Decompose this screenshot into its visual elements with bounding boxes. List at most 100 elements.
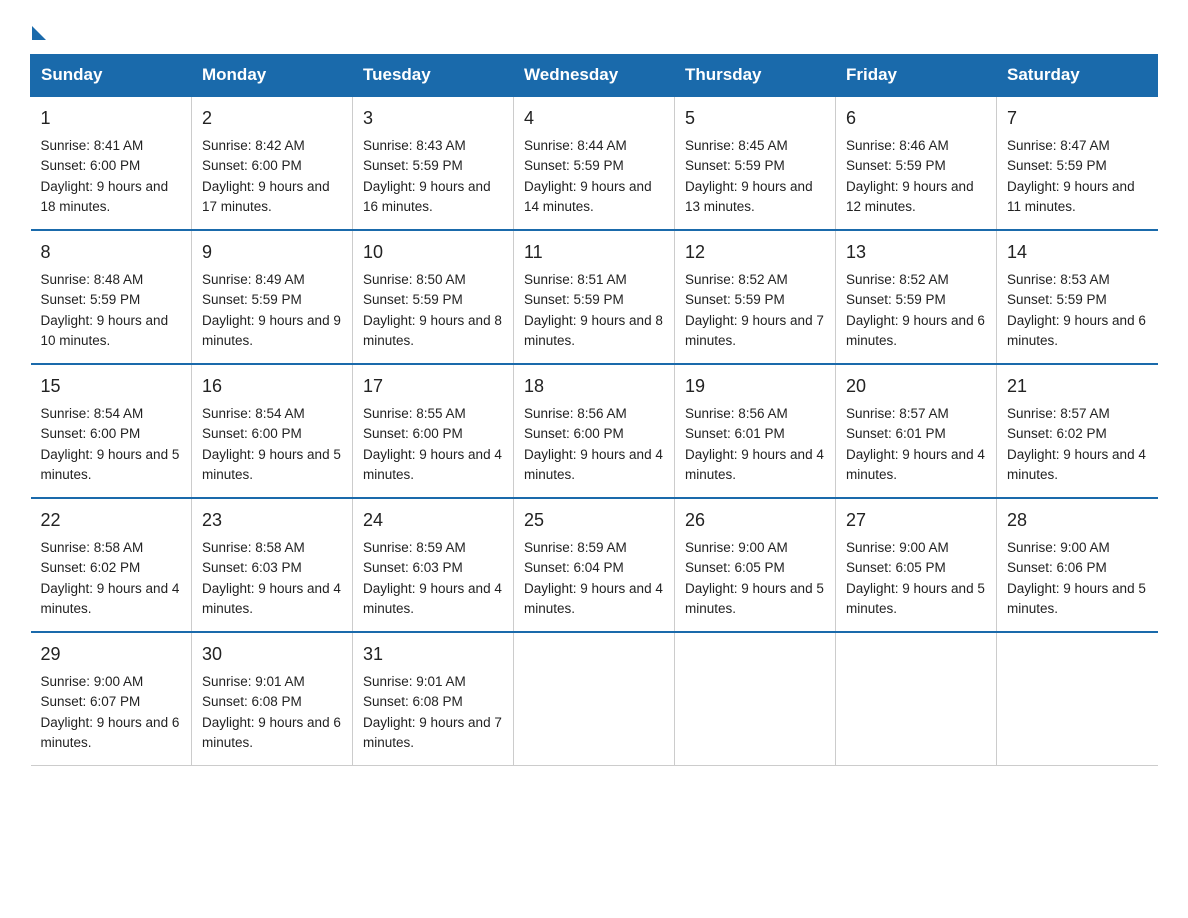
day-number: 10 (363, 239, 503, 266)
sunrise-text: Sunrise: 8:56 AM (524, 406, 627, 421)
daylight-text: Daylight: 9 hours and 9 minutes. (202, 313, 341, 348)
calendar-cell: 18Sunrise: 8:56 AMSunset: 6:00 PMDayligh… (514, 364, 675, 498)
sunrise-text: Sunrise: 8:56 AM (685, 406, 788, 421)
sunset-text: Sunset: 6:05 PM (685, 560, 785, 575)
sunrise-text: Sunrise: 8:46 AM (846, 138, 949, 153)
day-number: 3 (363, 105, 503, 132)
sunrise-text: Sunrise: 8:45 AM (685, 138, 788, 153)
sunset-text: Sunset: 5:59 PM (363, 158, 463, 173)
sunset-text: Sunset: 6:02 PM (41, 560, 141, 575)
sunset-text: Sunset: 5:59 PM (685, 292, 785, 307)
day-number: 11 (524, 239, 664, 266)
sunset-text: Sunset: 6:01 PM (846, 426, 946, 441)
sunrise-text: Sunrise: 8:48 AM (41, 272, 144, 287)
daylight-text: Daylight: 9 hours and 12 minutes. (846, 179, 974, 214)
column-header-monday: Monday (192, 55, 353, 97)
logo-arrow-icon (32, 26, 46, 40)
daylight-text: Daylight: 9 hours and 18 minutes. (41, 179, 169, 214)
daylight-text: Daylight: 9 hours and 7 minutes. (363, 715, 502, 750)
sunrise-text: Sunrise: 8:58 AM (202, 540, 305, 555)
sunset-text: Sunset: 5:59 PM (202, 292, 302, 307)
sunset-text: Sunset: 6:00 PM (41, 158, 141, 173)
sunset-text: Sunset: 6:06 PM (1007, 560, 1107, 575)
sunset-text: Sunset: 6:02 PM (1007, 426, 1107, 441)
sunrise-text: Sunrise: 9:00 AM (685, 540, 788, 555)
sunset-text: Sunset: 6:03 PM (363, 560, 463, 575)
sunrise-text: Sunrise: 8:54 AM (202, 406, 305, 421)
daylight-text: Daylight: 9 hours and 17 minutes. (202, 179, 330, 214)
sunrise-text: Sunrise: 8:59 AM (363, 540, 466, 555)
sunrise-text: Sunrise: 8:52 AM (846, 272, 949, 287)
sunset-text: Sunset: 5:59 PM (1007, 292, 1107, 307)
sunrise-text: Sunrise: 8:57 AM (1007, 406, 1110, 421)
day-number: 16 (202, 373, 342, 400)
calendar-cell: 27Sunrise: 9:00 AMSunset: 6:05 PMDayligh… (836, 498, 997, 632)
calendar-week-row: 8 Sunrise: 8:48 AM Sunset: 5:59 PM Daylight… (31, 230, 1158, 364)
day-number: 15 (41, 373, 182, 400)
day-number: 19 (685, 373, 825, 400)
logo (30, 20, 46, 36)
column-header-wednesday: Wednesday (514, 55, 675, 97)
day-number: 1 (41, 105, 182, 132)
sunset-text: Sunset: 6:03 PM (202, 560, 302, 575)
sunset-text: Sunset: 6:00 PM (202, 158, 302, 173)
sunrise-text: Sunrise: 8:53 AM (1007, 272, 1110, 287)
sunrise-text: Sunrise: 8:41 AM (41, 138, 144, 153)
calendar-cell: 30Sunrise: 9:01 AMSunset: 6:08 PMDayligh… (192, 632, 353, 766)
calendar-cell: 19Sunrise: 8:56 AMSunset: 6:01 PMDayligh… (675, 364, 836, 498)
day-number: 6 (846, 105, 986, 132)
calendar-cell: 14 Sunrise: 8:53 AM Sunset: 5:59 PM Dayligh… (997, 230, 1158, 364)
calendar-cell: 21Sunrise: 8:57 AMSunset: 6:02 PMDayligh… (997, 364, 1158, 498)
calendar-week-row: 22Sunrise: 8:58 AMSunset: 6:02 PMDayligh… (31, 498, 1158, 632)
calendar-cell: 31Sunrise: 9:01 AMSunset: 6:08 PMDayligh… (353, 632, 514, 766)
calendar-cell: 26Sunrise: 9:00 AMSunset: 6:05 PMDayligh… (675, 498, 836, 632)
sunset-text: Sunset: 6:07 PM (41, 694, 141, 709)
day-number: 28 (1007, 507, 1148, 534)
calendar-cell (997, 632, 1158, 766)
calendar-table: SundayMondayTuesdayWednesdayThursdayFrid… (30, 54, 1158, 766)
calendar-cell: 15Sunrise: 8:54 AMSunset: 6:00 PMDayligh… (31, 364, 192, 498)
sunrise-text: Sunrise: 8:52 AM (685, 272, 788, 287)
column-header-thursday: Thursday (675, 55, 836, 97)
sunrise-text: Sunrise: 8:42 AM (202, 138, 305, 153)
sunrise-text: Sunrise: 9:00 AM (846, 540, 949, 555)
sunset-text: Sunset: 6:00 PM (41, 426, 141, 441)
day-number: 21 (1007, 373, 1148, 400)
day-number: 4 (524, 105, 664, 132)
sunrise-text: Sunrise: 8:57 AM (846, 406, 949, 421)
daylight-text: Daylight: 9 hours and 5 minutes. (1007, 581, 1146, 616)
sunrise-text: Sunrise: 8:50 AM (363, 272, 466, 287)
day-number: 2 (202, 105, 342, 132)
day-number: 23 (202, 507, 342, 534)
calendar-cell: 17Sunrise: 8:55 AMSunset: 6:00 PMDayligh… (353, 364, 514, 498)
day-number: 8 (41, 239, 182, 266)
day-number: 20 (846, 373, 986, 400)
day-number: 27 (846, 507, 986, 534)
day-number: 9 (202, 239, 342, 266)
calendar-cell: 29Sunrise: 9:00 AMSunset: 6:07 PMDayligh… (31, 632, 192, 766)
calendar-cell: 10Sunrise: 8:50 AMSunset: 5:59 PMDayligh… (353, 230, 514, 364)
daylight-text: Daylight: 9 hours and 6 minutes. (846, 313, 985, 348)
day-number: 31 (363, 641, 503, 668)
day-number: 14 (1007, 239, 1148, 266)
sunrise-text: Sunrise: 8:58 AM (41, 540, 144, 555)
daylight-text: Daylight: 9 hours and 7 minutes. (685, 313, 824, 348)
calendar-cell: 9Sunrise: 8:49 AMSunset: 5:59 PMDaylight… (192, 230, 353, 364)
daylight-text: Daylight: 9 hours and 6 minutes. (1007, 313, 1146, 348)
day-number: 25 (524, 507, 664, 534)
sunset-text: Sunset: 6:01 PM (685, 426, 785, 441)
calendar-cell: 3Sunrise: 8:43 AMSunset: 5:59 PMDaylight… (353, 96, 514, 230)
calendar-cell: 23Sunrise: 8:58 AMSunset: 6:03 PMDayligh… (192, 498, 353, 632)
sunset-text: Sunset: 6:00 PM (524, 426, 624, 441)
calendar-week-row: 1 Sunrise: 8:41 AM Sunset: 6:00 PM Daylight… (31, 96, 1158, 230)
daylight-text: Daylight: 9 hours and 4 minutes. (41, 581, 180, 616)
day-number: 18 (524, 373, 664, 400)
day-number: 17 (363, 373, 503, 400)
sunset-text: Sunset: 5:59 PM (846, 158, 946, 173)
sunrise-text: Sunrise: 8:51 AM (524, 272, 627, 287)
sunset-text: Sunset: 6:00 PM (363, 426, 463, 441)
daylight-text: Daylight: 9 hours and 5 minutes. (202, 447, 341, 482)
sunset-text: Sunset: 5:59 PM (685, 158, 785, 173)
sunrise-text: Sunrise: 8:47 AM (1007, 138, 1110, 153)
sunset-text: Sunset: 6:08 PM (363, 694, 463, 709)
